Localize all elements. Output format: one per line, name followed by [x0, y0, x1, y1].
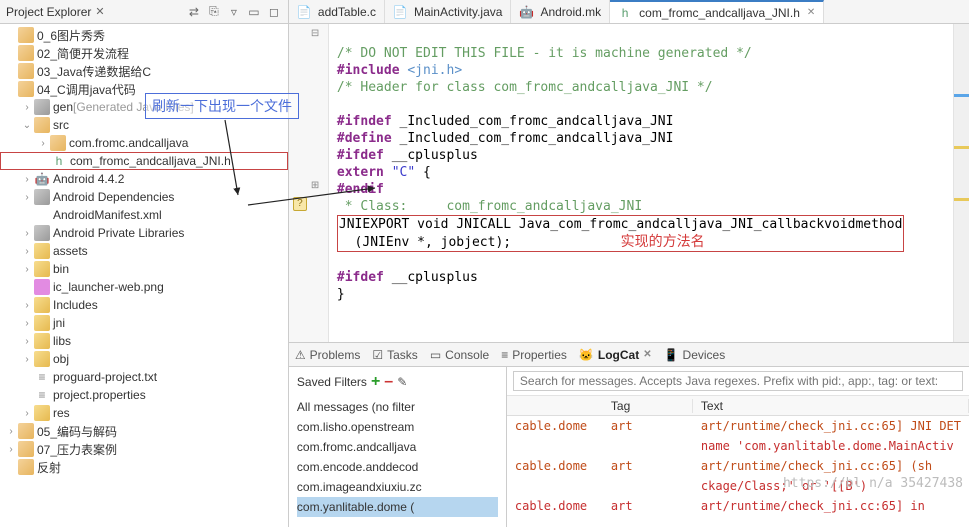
filter-item[interactable]: com.lisho.openstream [297, 417, 498, 437]
tree-item[interactable]: hcom_fromc_andcalljava_JNI.h [0, 152, 288, 170]
explorer-title: Project Explorer [6, 5, 91, 19]
log-col-text[interactable]: Text [693, 399, 969, 413]
tree-item[interactable]: ›bin [0, 260, 288, 278]
editor-gutter: ⊟ ⊞ ? [289, 24, 329, 342]
add-filter-icon[interactable]: + [371, 373, 380, 391]
tree-item[interactable]: ›assets [0, 242, 288, 260]
filter-item[interactable]: com.fromc.andcalljava [297, 437, 498, 457]
log-col-tag[interactable]: Tag [603, 399, 693, 413]
bottom-tab-console[interactable]: ▭Console [430, 348, 489, 362]
filter-item[interactable]: com.encode.anddecod [297, 457, 498, 477]
tree-item[interactable]: ⌄src [0, 116, 288, 134]
tree-item[interactable]: 反射 [0, 458, 288, 476]
filter-item[interactable]: com.yanlitable.dome ( [297, 497, 498, 517]
logcat-search-input[interactable] [513, 371, 963, 391]
tree-item[interactable]: ›Android Dependencies [0, 188, 288, 206]
tree-item[interactable]: ›jni [0, 314, 288, 332]
tree-item[interactable]: ›Android Private Libraries [0, 224, 288, 242]
tree-item[interactable]: ≡project.properties [0, 386, 288, 404]
tree-item[interactable]: 02_简便开发流程 [0, 44, 288, 62]
logcat-table[interactable]: Tag Text cable.domeartart/runtime/check_… [507, 396, 969, 527]
annotation-red: 实现的方法名 [621, 233, 705, 249]
tree-item[interactable]: 04_C调用java代码 [0, 80, 288, 98]
filter-item[interactable]: com.imageandxiuxiu.zc [297, 477, 498, 497]
bottom-tab-logcat[interactable]: 🐱LogCat ✕ [579, 348, 652, 362]
editor-scrollbar[interactable] [953, 24, 969, 342]
editor-tab[interactable]: 📄MainActivity.java [385, 0, 511, 23]
tree-item[interactable]: 0_6图片秀秀 [0, 26, 288, 44]
bottom-tab-properties[interactable]: ≡Properties [501, 348, 567, 362]
tree-item[interactable]: ›obj [0, 350, 288, 368]
bottom-tab-tasks[interactable]: ☑Tasks [372, 348, 417, 362]
editor-body: ⊟ ⊞ ? /* DO NOT EDIT THIS FILE - it is m… [289, 24, 969, 342]
editor-tab[interactable]: 📄addTable.c [289, 0, 385, 23]
link-icon[interactable]: ⎘ [206, 4, 222, 20]
tree-item[interactable]: ›07_压力表案例 [0, 440, 288, 458]
min-icon[interactable]: ▭ [246, 4, 262, 20]
tree-item[interactable]: ›Includes [0, 296, 288, 314]
editor-tabs: 📄addTable.c📄MainActivity.java🤖Android.mk… [289, 0, 969, 24]
tree-item[interactable]: ic_launcher-web.png [0, 278, 288, 296]
editor-tab[interactable]: 🤖Android.mk [511, 0, 610, 23]
tree-item[interactable]: ›com.fromc.andcalljava [0, 134, 288, 152]
editor-tab[interactable]: hcom_fromc_andcalljava_JNI.h✕ [610, 0, 824, 23]
logcat-filters: Saved Filters + – ✎ All messages (no fil… [289, 367, 507, 527]
tree-item[interactable]: 03_Java传递数据给C [0, 62, 288, 80]
warning-icon[interactable]: ? [293, 197, 307, 211]
tree-item[interactable]: ›res [0, 404, 288, 422]
tree-item[interactable]: AndroidManifest.xml [0, 206, 288, 224]
bottom-tab-devices[interactable]: 📱Devices [664, 348, 726, 362]
project-tree[interactable]: 0_6图片秀秀02_简便开发流程03_Java传递数据给C04_C调用java代… [0, 24, 288, 527]
log-row[interactable]: cable.domeartart/runtime/check_jni.cc:65… [507, 456, 969, 476]
edit-filter-icon[interactable]: ✎ [397, 375, 407, 389]
menu-icon[interactable]: ▿ [226, 4, 242, 20]
close-icon[interactable]: ✕ [95, 5, 104, 18]
code-area[interactable]: /* DO NOT EDIT THIS FILE - it is machine… [329, 24, 953, 342]
collapse-icon[interactable]: ⇄ [186, 4, 202, 20]
log-row[interactable]: cable.domeartart/runtime/check_jni.cc:65… [507, 496, 969, 516]
filters-title: Saved Filters [297, 375, 367, 389]
remove-filter-icon[interactable]: – [384, 373, 393, 391]
tree-item[interactable]: ›libs [0, 332, 288, 350]
watermark: https://bl n/a 35427438 [783, 476, 963, 491]
explorer-header: Project Explorer ✕ ⇄ ⎘ ▿ ▭ ◻ [0, 0, 288, 24]
tree-item[interactable]: ›05_编码与解码 [0, 422, 288, 440]
max-icon[interactable]: ◻ [266, 4, 282, 20]
tree-item[interactable]: ›gen [Generated Java Files] [0, 98, 288, 116]
tree-item[interactable]: ›🤖Android 4.4.2 [0, 170, 288, 188]
bottom-tab-problems[interactable]: ⚠Problems [295, 348, 360, 362]
tree-item[interactable]: ≡proguard-project.txt [0, 368, 288, 386]
filter-item[interactable]: All messages (no filter [297, 397, 498, 417]
log-row[interactable]: name 'com.yanlitable.dome.MainActiv [507, 436, 969, 456]
bottom-tabs: ⚠Problems ☑Tasks ▭Console ≡Properties 🐱LogCa… [289, 343, 969, 367]
log-row[interactable]: cable.domeartart/runtime/check_jni.cc:65… [507, 416, 969, 436]
